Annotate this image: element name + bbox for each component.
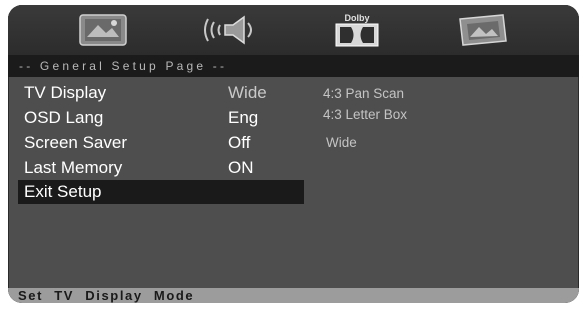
menu-value-tv-display: Wide xyxy=(228,83,267,102)
menu-item-screen-saver[interactable]: Screen Saver xyxy=(18,131,304,155)
menu-value-last-memory: ON xyxy=(228,158,254,177)
dolby-label: Dolby xyxy=(344,13,369,23)
option-4-3-pan-scan[interactable]: 4:3 Pan Scan xyxy=(323,86,404,101)
status-bar: Set TV Display Mode xyxy=(8,288,579,303)
menu-item-last-memory[interactable]: Last Memory xyxy=(18,156,304,180)
speaker-audio-icon[interactable] xyxy=(198,11,262,49)
menu-item-osd-lang[interactable]: OSD Lang xyxy=(18,106,304,130)
tv-setup-icon[interactable] xyxy=(74,11,132,49)
video-picture-icon[interactable] xyxy=(451,11,513,49)
osd-screen: Dolby -- General Setup Page -- TV Displa… xyxy=(8,5,579,303)
menu-value-osd-lang: Eng xyxy=(228,108,259,127)
menu-item-exit-setup[interactable]: Exit Setup xyxy=(18,180,304,204)
option-wide[interactable]: Wide xyxy=(326,135,357,150)
option-4-3-letter-box[interactable]: 4:3 Letter Box xyxy=(323,107,407,122)
dolby-icon[interactable]: Dolby xyxy=(331,11,383,49)
page-title: -- General Setup Page -- xyxy=(8,55,579,77)
setup-icon-bar: Dolby xyxy=(8,5,579,55)
menu-value-screen-saver: Off xyxy=(228,133,251,152)
